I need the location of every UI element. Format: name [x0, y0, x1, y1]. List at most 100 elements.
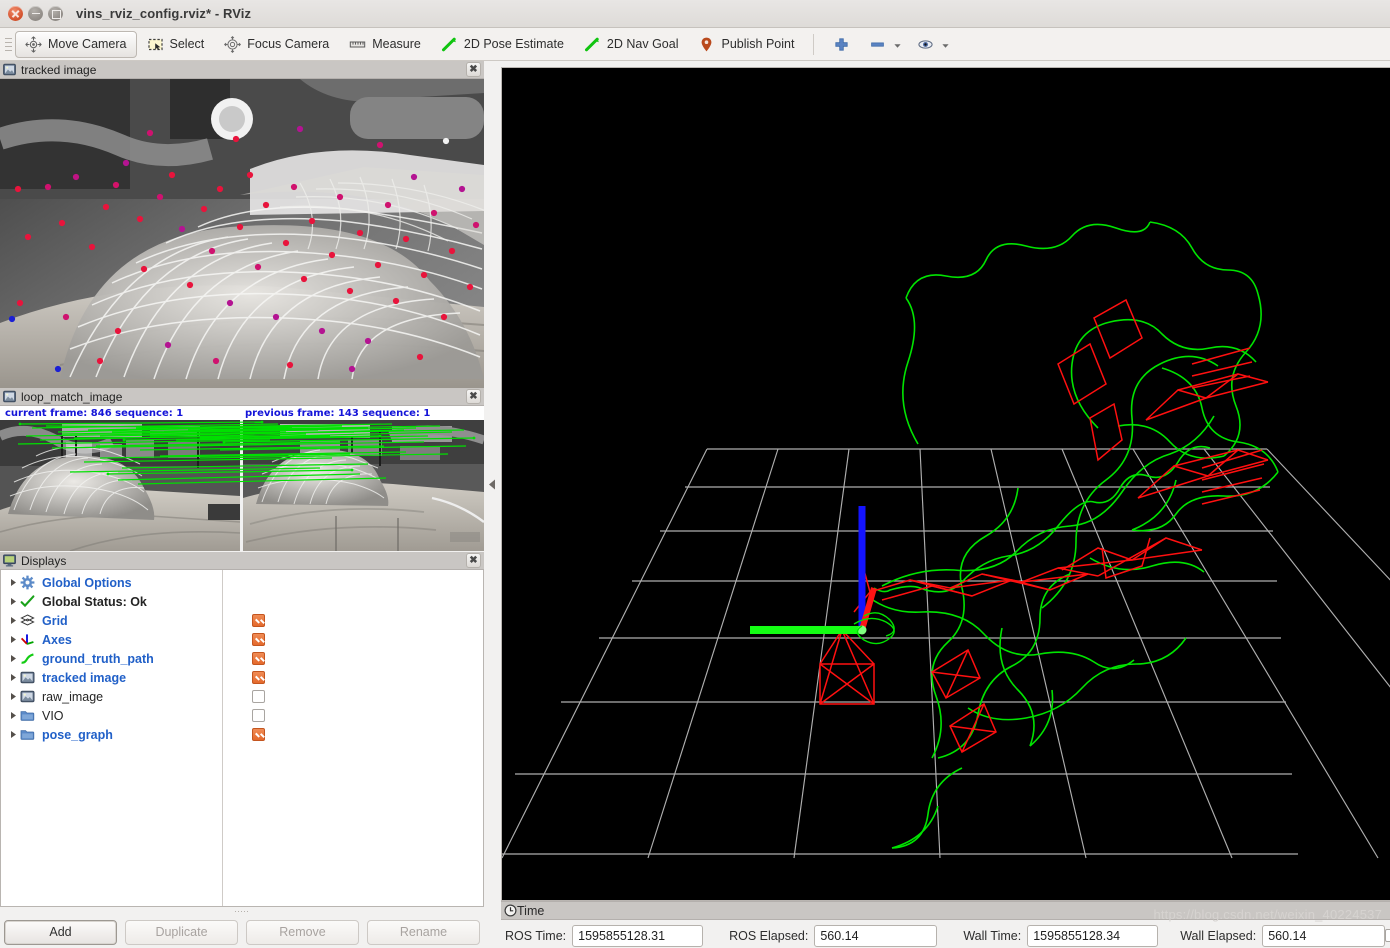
displays-header: Displays ✖ [0, 552, 484, 570]
expand-arrow-icon[interactable] [7, 654, 20, 663]
wall-time-input[interactable]: 1595855128.34 [1027, 924, 1159, 947]
duplicate-button[interactable]: Duplicate [125, 919, 238, 945]
remove-button[interactable]: Remove [246, 919, 359, 945]
display-item-global-options[interactable]: Global Options [1, 573, 222, 592]
enable-checkbox-tracked-image[interactable] [252, 671, 265, 684]
tool-label: 2D Pose Estimate [463, 37, 564, 51]
enable-checkbox-axes[interactable] [252, 633, 265, 646]
enable-checkbox-vio[interactable] [252, 709, 265, 722]
tool-publish-point[interactable]: Publish Point [688, 31, 804, 58]
enable-checkbox-grid[interactable] [252, 614, 265, 627]
expand-arrow-icon[interactable] [7, 692, 20, 701]
panel-title: loop_match_image [21, 389, 123, 404]
tool-label: Focus Camera [247, 37, 330, 51]
tool-label: Move Camera [48, 37, 127, 51]
display-item-label: tracked image [42, 670, 127, 685]
displays-panel-icon [3, 554, 16, 567]
add-button[interactable]: Add [4, 919, 117, 945]
main-content-area: tracked image ✖ loop_match_image ✖ curre… [0, 61, 1390, 948]
publish-point-icon [698, 36, 715, 53]
tool-move-camera[interactable]: Move Camera [15, 30, 137, 58]
minimize-window-button[interactable] [28, 6, 43, 21]
close-window-button[interactable] [8, 6, 23, 21]
experimental-toggle[interactable]: Experimental [1385, 929, 1390, 943]
enable-checkbox-pose-graph[interactable] [252, 728, 265, 741]
check-icon [20, 594, 37, 609]
loop-match-render [0, 406, 484, 551]
toolbar-drag-handle[interactable] [4, 33, 13, 55]
close-icon[interactable]: ✖ [466, 62, 481, 77]
chevron-down-icon[interactable] [892, 36, 903, 53]
display-item-pose-graph[interactable]: pose_graph [1, 725, 222, 744]
tracked-image-canvas[interactable] [0, 79, 484, 388]
tool-label: Select [169, 37, 205, 51]
wall-time-field: Wall Time: 1595855128.34 [963, 924, 1159, 947]
expand-arrow-icon[interactable] [7, 730, 20, 739]
loop-match-image-panel: loop_match_image ✖ current frame: 846 se… [0, 388, 484, 552]
display-item-grid[interactable]: Grid [1, 611, 222, 630]
tracked-image-header: tracked image ✖ [0, 61, 484, 79]
display-item-axes[interactable]: Axes [1, 630, 222, 649]
tool-2d-pose-estimate[interactable]: 2D Pose Estimate [431, 31, 574, 58]
pose-estimate-icon [441, 36, 458, 53]
collapse-left-arrow-icon[interactable] [488, 479, 497, 490]
expand-arrow-icon[interactable] [7, 711, 20, 720]
expand-arrow-icon[interactable] [7, 597, 20, 606]
wall-elapsed-input[interactable]: 560.14 [1262, 924, 1386, 947]
3d-render-view[interactable] [501, 67, 1390, 901]
nav-goal-icon [584, 36, 601, 53]
expand-arrow-icon[interactable] [7, 635, 20, 644]
wall-elapsed-field: Wall Elapsed: 560.14 [1180, 924, 1386, 947]
remove-tool-button[interactable] [860, 31, 908, 58]
minus-icon [869, 36, 886, 53]
display-item-label: Grid [42, 613, 68, 628]
enable-checkbox-ground-truth-path[interactable] [252, 652, 265, 665]
expand-arrow-icon[interactable] [7, 578, 20, 587]
chevron-down-icon[interactable] [940, 36, 951, 53]
display-item-tracked-image[interactable]: tracked image [1, 668, 222, 687]
display-item-label: pose_graph [42, 727, 113, 742]
tool-focus-camera[interactable]: Focus Camera [214, 31, 339, 58]
display-item-vio[interactable]: VIO [1, 706, 222, 725]
enable-checkbox-raw-image[interactable] [252, 690, 265, 703]
ros-time-input[interactable]: 1595855128.31 [572, 924, 704, 947]
expand-arrow-icon[interactable] [7, 616, 20, 625]
window-titlebar: vins_rviz_config.rviz* - RViz [0, 0, 1390, 28]
image-icon [20, 689, 37, 704]
render-row [501, 61, 1390, 901]
close-icon[interactable]: ✖ [466, 389, 481, 404]
focus-camera-icon [224, 35, 242, 53]
display-item-ground-truth-path[interactable]: ground_truth_path [1, 649, 222, 668]
experimental-checkbox[interactable] [1385, 929, 1390, 942]
loop-match-canvas[interactable]: current frame: 846 sequence: 1 previous … [0, 406, 484, 551]
tool-select[interactable]: Select [137, 31, 215, 58]
current-frame-label: current frame: 846 sequence: 1 [5, 407, 184, 419]
maximize-window-button[interactable] [48, 6, 63, 21]
table-row [223, 706, 483, 725]
ros-elapsed-input[interactable]: 560.14 [814, 924, 938, 947]
expand-arrow-icon[interactable] [7, 673, 20, 682]
display-item-global-status[interactable]: Global Status: Ok [1, 592, 222, 611]
displays-tree[interactable]: Global Options Global Status: Ok Grid Ax… [0, 570, 484, 907]
display-item-raw-image[interactable]: raw_image [1, 687, 222, 706]
add-tool-button[interactable] [823, 31, 860, 58]
display-item-label: raw_image [42, 689, 104, 704]
left-splitter-handle[interactable] [484, 61, 501, 948]
path-icon [20, 651, 37, 666]
tool-measure[interactable]: Measure [339, 31, 431, 58]
rename-button[interactable]: Rename [367, 919, 480, 945]
tool-2d-nav-goal[interactable]: 2D Nav Goal [574, 31, 689, 58]
table-row [223, 668, 483, 687]
table-row [223, 630, 483, 649]
3d-scene [502, 68, 1390, 900]
previous-frame-label: previous frame: 143 sequence: 1 [245, 407, 431, 419]
close-icon[interactable]: ✖ [466, 553, 481, 568]
folder-icon [20, 708, 37, 723]
view-visibility-button[interactable] [908, 31, 956, 58]
displays-resize-handle[interactable] [0, 907, 484, 916]
loop-match-header: loop_match_image ✖ [0, 388, 484, 406]
image-panel-icon [3, 63, 16, 76]
toolbar-separator [813, 33, 815, 55]
field-label: Wall Time: [963, 928, 1022, 943]
display-item-label: VIO [42, 708, 64, 723]
